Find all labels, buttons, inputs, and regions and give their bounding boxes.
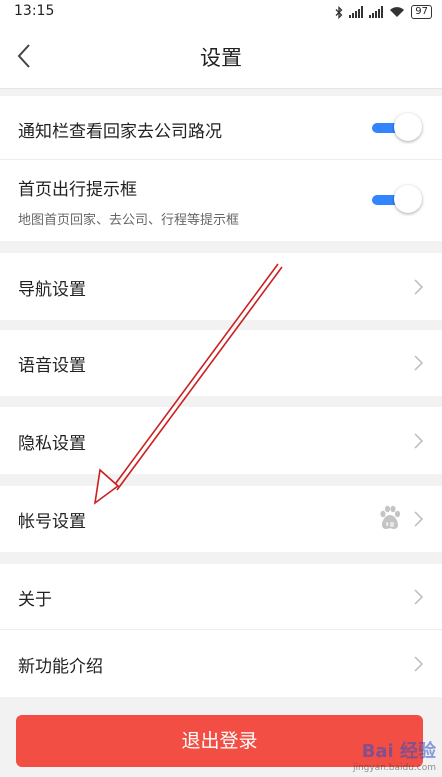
menu-group-account: 帐号设置 — [0, 486, 442, 552]
menu-item-label: 语音设置 — [18, 356, 86, 376]
toggle-row-notification-traffic[interactable]: 通知栏查看回家去公司路况 — [0, 96, 442, 160]
chevron-right-icon — [414, 433, 424, 449]
toggle-group: 通知栏查看回家去公司路况 首页出行提示框 地图首页回家、去公司、行程等提示框 — [0, 96, 442, 241]
menu-item-label: 关于 — [18, 590, 52, 610]
baidu-paw-icon — [380, 505, 401, 529]
toggle-label: 通知栏查看回家去公司路况 — [18, 122, 222, 142]
menu-item-navigation-settings[interactable]: 导航设置 — [0, 253, 442, 320]
menu-item-label: 隐私设置 — [18, 434, 86, 454]
menu-item-privacy-settings[interactable]: 隐私设置 — [0, 407, 442, 474]
chevron-right-icon — [414, 279, 424, 295]
menu-group-privacy: 隐私设置 — [0, 407, 442, 474]
signal-icon — [349, 6, 364, 18]
toggle-knob — [394, 185, 422, 213]
menu-group-about: 关于 新功能介绍 — [0, 564, 442, 697]
chevron-right-icon — [414, 511, 424, 527]
logout-button[interactable]: 退出登录 — [16, 715, 423, 767]
menu-item-label: 导航设置 — [18, 280, 86, 300]
menu-item-account-settings[interactable]: 帐号设置 — [0, 486, 442, 552]
menu-item-new-features[interactable]: 新功能介绍 — [0, 630, 442, 697]
status-time: 13:15 — [14, 3, 55, 19]
signal-icon — [369, 6, 384, 18]
toggle-knob — [394, 113, 422, 141]
wifi-icon — [390, 7, 405, 17]
battery-icon: 97 — [411, 5, 432, 19]
menu-item-label: 新功能介绍 — [18, 657, 103, 677]
chevron-right-icon — [414, 589, 424, 605]
menu-item-about[interactable]: 关于 — [0, 564, 442, 630]
toggle-row-home-tips[interactable]: 首页出行提示框 地图首页回家、去公司、行程等提示框 — [0, 160, 442, 241]
status-bar: 13:15 97 — [0, 0, 442, 24]
home-tips-toggle[interactable] — [372, 185, 422, 215]
menu-group-voice: 语音设置 — [0, 330, 442, 396]
chevron-right-icon — [414, 355, 424, 371]
menu-group-navigation: 导航设置 — [0, 253, 442, 320]
toggle-subtitle: 地图首页回家、去公司、行程等提示框 — [18, 213, 240, 228]
notification-traffic-toggle[interactable] — [372, 113, 422, 143]
header: 设置 — [0, 24, 442, 89]
chevron-right-icon — [414, 656, 424, 672]
toggle-label: 首页出行提示框 — [18, 180, 137, 200]
status-icons: 97 — [335, 4, 432, 20]
menu-item-label: 帐号设置 — [18, 512, 86, 532]
bluetooth-icon — [335, 5, 343, 19]
page-title: 设置 — [200, 46, 242, 70]
menu-item-voice-settings[interactable]: 语音设置 — [0, 330, 442, 396]
